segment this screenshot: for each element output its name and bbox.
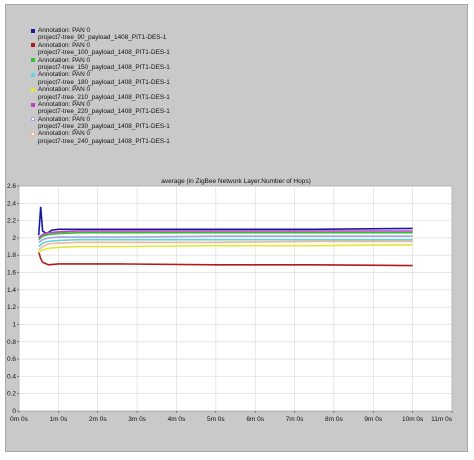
y-tick-label: 2 xyxy=(12,235,16,242)
y-tick-label: 0.4 xyxy=(7,373,16,380)
x-tick-label: 11m 0s xyxy=(431,416,453,423)
x-tick-label: 3m 0s xyxy=(128,416,146,423)
x-tick-label: 2m 0s xyxy=(89,416,107,423)
y-tick-label: 2.6 xyxy=(7,183,16,190)
plot-area xyxy=(18,185,453,412)
y-tick-label: 2.2 xyxy=(7,218,16,225)
y-tick-label: 1.6 xyxy=(7,270,16,277)
y-tick-label: 0.8 xyxy=(7,339,16,346)
y-tick-label: 2.4 xyxy=(7,200,16,207)
chart-title: average (in ZigBee Network Layer.Number … xyxy=(161,178,311,185)
x-tick-label: 0m 0s xyxy=(10,416,28,423)
x-tick-label: 1m 0s xyxy=(50,416,68,423)
y-tick-label: 1 xyxy=(12,321,16,328)
x-tick-label: 10m 0s xyxy=(402,416,424,423)
chart-svg: average (in ZigBee Network Layer.Number … xyxy=(7,178,453,423)
y-tick-label: 0 xyxy=(12,408,16,415)
y-tick-label: 0.2 xyxy=(7,391,16,398)
x-tick-label: 7m 0s xyxy=(286,416,304,423)
y-tick-label: 1.8 xyxy=(7,252,16,259)
y-tick-label: 0.6 xyxy=(7,356,16,363)
y-tick-label: 1.4 xyxy=(7,287,16,294)
y-tick-label: 1.2 xyxy=(7,304,16,311)
x-tick-label: 8m 0s xyxy=(325,416,343,423)
x-tick-label: 5m 0s xyxy=(207,416,225,423)
x-tick-label: 6m 0s xyxy=(246,416,264,423)
x-tick-label: 9m 0s xyxy=(364,416,382,423)
x-tick-label: 4m 0s xyxy=(168,416,186,423)
